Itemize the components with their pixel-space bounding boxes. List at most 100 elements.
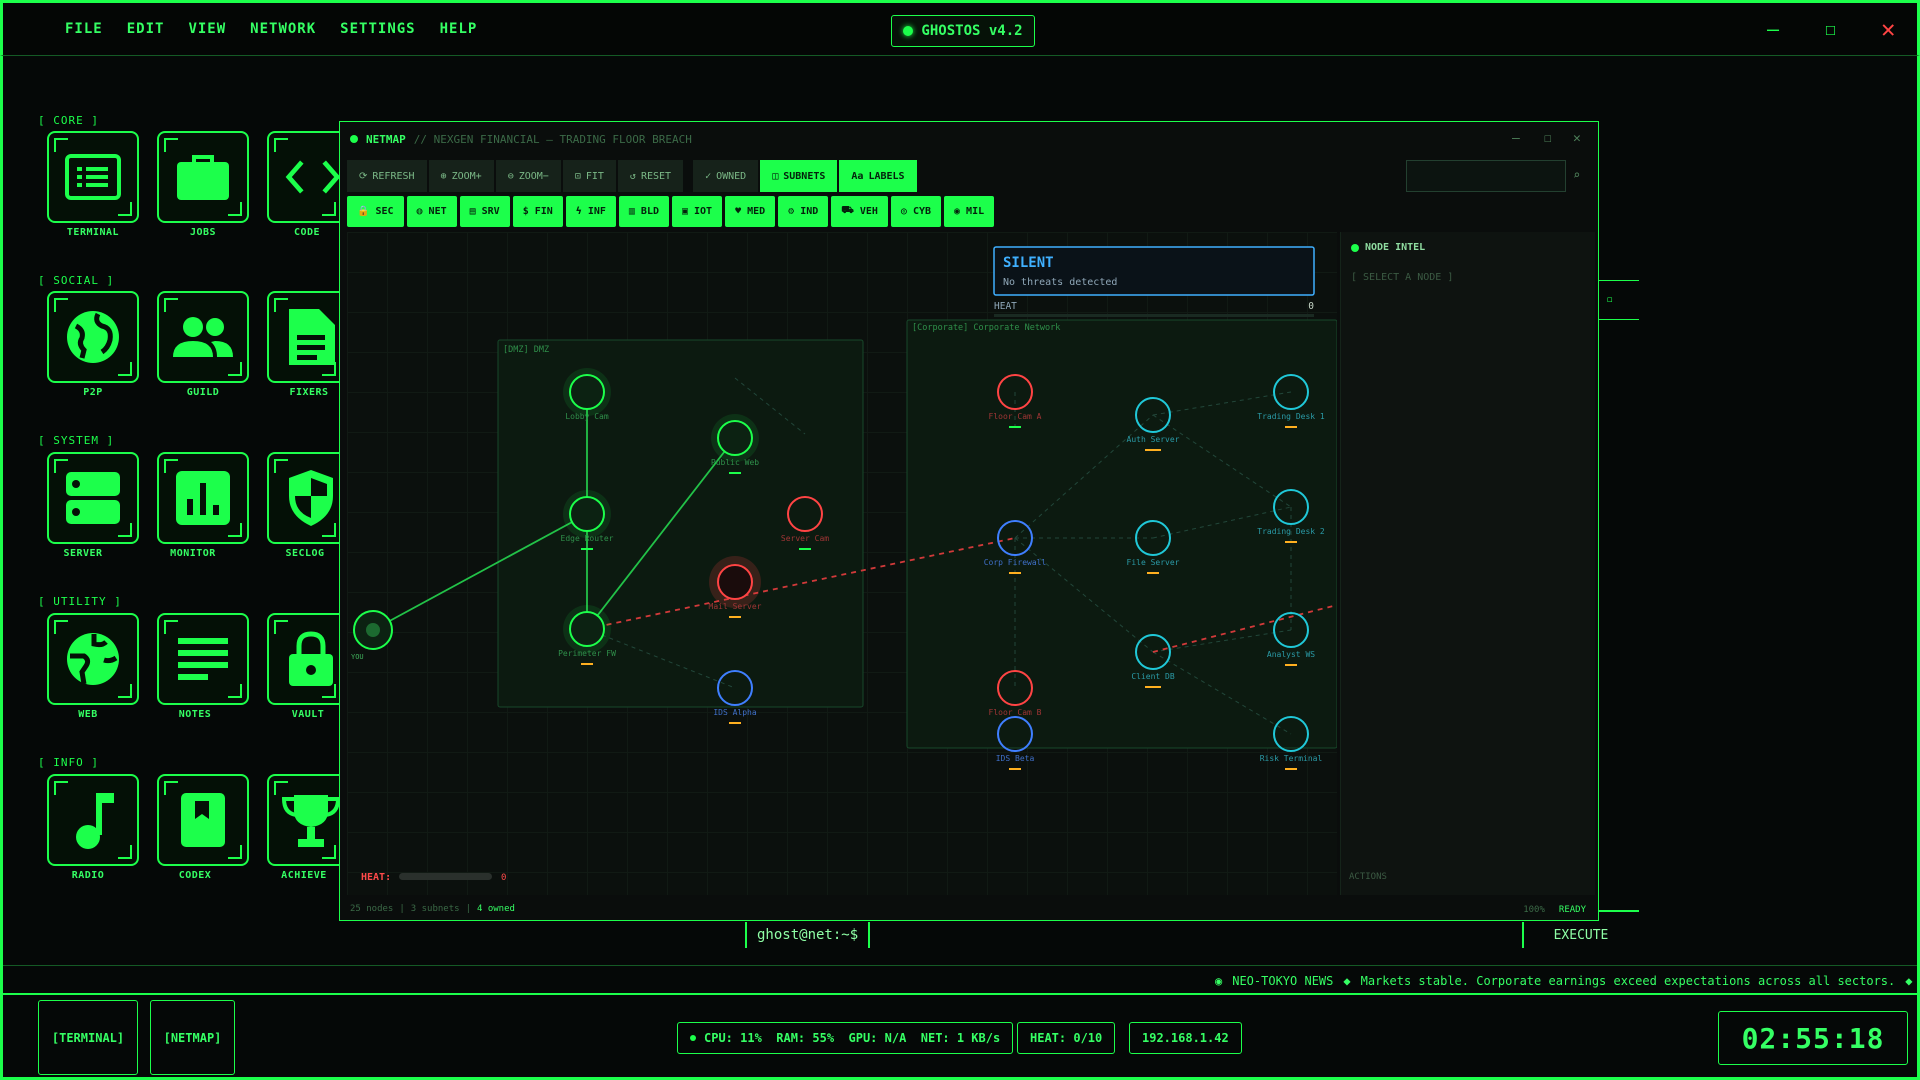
subnets-icon: ◫ xyxy=(772,170,779,182)
execute-button[interactable]: EXECUTE xyxy=(1522,922,1638,948)
ip-address: 192.168.1.42 xyxy=(1129,1022,1242,1054)
node-label: Trading Desk 2 xyxy=(1257,527,1325,536)
status-dot-icon xyxy=(690,1035,696,1041)
node-intel-hint: [ SELECT A NODE ] xyxy=(1351,272,1454,283)
node-perimeter-fw[interactable] xyxy=(569,611,605,647)
window-close-icon[interactable]: ✕ xyxy=(1573,131,1581,146)
lock-icon xyxy=(289,631,333,686)
filter-fin[interactable]: $ FIN xyxy=(512,196,563,227)
taskbar-netmap[interactable]: [NETMAP] xyxy=(150,1000,235,1075)
filter-srv[interactable]: ▤ SRV xyxy=(459,196,510,227)
jobs-app[interactable] xyxy=(157,131,249,223)
node-label: Server Cam xyxy=(781,534,829,543)
zoom-in-button[interactable]: ⊕ ZOOM+ xyxy=(428,160,494,192)
server-app[interactable] xyxy=(47,452,139,544)
guild-app[interactable] xyxy=(157,291,249,383)
terminal-app[interactable] xyxy=(47,131,139,223)
node-intel-panel: NODE INTEL [ SELECT A NODE ] ACTIONS xyxy=(1340,232,1595,895)
chip-icon: ▣ xyxy=(681,206,689,217)
achieve-app[interactable] xyxy=(267,774,341,866)
node-label: Floor Cam B xyxy=(989,708,1042,717)
monitor-app[interactable] xyxy=(157,452,249,544)
heat-value: 0 xyxy=(1308,301,1314,312)
filter-cyb[interactable]: ◎ CYB xyxy=(890,196,942,227)
server-icon: ▤ xyxy=(469,206,476,217)
menu-view[interactable]: VIEW xyxy=(188,21,226,37)
node-label: Lobby Cam xyxy=(565,412,609,421)
close-icon[interactable]: ✕ xyxy=(1881,15,1895,43)
labels-toggle[interactable]: Aa LABELS xyxy=(839,160,917,192)
window-minimize-icon[interactable]: — xyxy=(1512,131,1520,146)
terminal-app-label: TERMINAL xyxy=(66,227,120,238)
status-dot-icon xyxy=(1351,243,1359,252)
heat-status: HEAT: 0/10 xyxy=(1017,1022,1116,1054)
notes-app-label: NOTES xyxy=(178,709,212,720)
code-app[interactable] xyxy=(267,131,341,223)
netmap-toolbar: ⟳ REFRESH ⊕ ZOOM+ ⊖ ZOOM− ⊡ FIT ↺ RESET ✓ OWNE… xyxy=(347,160,917,192)
radio-app[interactable] xyxy=(47,774,139,866)
notes-icon xyxy=(178,638,228,680)
filter-veh[interactable]: ⛟ VEH xyxy=(831,196,888,227)
filter-med[interactable]: ♥ MED xyxy=(725,196,776,227)
filter-iot[interactable]: ▣ IOT xyxy=(671,196,723,227)
search-icon[interactable]: ⌕ xyxy=(1573,168,1580,182)
terminal-prompt: ghost@net:~$ xyxy=(745,922,871,948)
node-edge-router[interactable] xyxy=(569,496,605,532)
filter-mil[interactable]: ◉ MIL xyxy=(944,196,995,227)
filter-sec[interactable]: 🔒 SEC xyxy=(347,196,404,227)
p2p-app[interactable] xyxy=(47,291,139,383)
check-icon: ✓ xyxy=(705,170,712,182)
menu-network[interactable]: NETWORK xyxy=(250,21,316,37)
node-public-web[interactable] xyxy=(717,420,753,456)
os-badge: GHOSTOS v4.2 xyxy=(891,15,1035,47)
network-graph-canvas: [DMZ] DMZ [Corporate] Corporate Network xyxy=(351,246,1337,883)
node-label: Edge Router xyxy=(561,534,614,543)
menu-help[interactable]: HELP xyxy=(440,21,478,37)
notes-app[interactable] xyxy=(157,613,249,705)
window-maximize-icon[interactable]: ☐ xyxy=(1544,131,1552,146)
vault-app[interactable] xyxy=(267,613,341,705)
menu-edit[interactable]: EDIT xyxy=(127,21,165,37)
node-mail-server[interactable] xyxy=(717,564,753,600)
labels-icon: Aa xyxy=(851,170,864,182)
window-title: NETMAP xyxy=(366,132,406,146)
server-app-label: SERVER xyxy=(63,548,103,559)
filter-bld[interactable]: ▥ BLD xyxy=(618,196,669,227)
minimize-icon[interactable]: — xyxy=(1767,17,1779,41)
maximize-icon[interactable]: ☐ xyxy=(1825,19,1836,40)
web-app[interactable] xyxy=(47,613,139,705)
codex-app[interactable] xyxy=(157,774,249,866)
network-graph[interactable]: [DMZ] DMZ [Corporate] Corporate Network xyxy=(347,232,1337,895)
owned-toggle[interactable]: ✓ OWNED xyxy=(693,160,759,192)
diamond-icon: ◆ xyxy=(1905,974,1913,988)
node-label: Corp Firewall xyxy=(984,558,1047,567)
zoom-out-button[interactable]: ⊖ ZOOM− xyxy=(495,160,561,192)
filter-inf[interactable]: ϟ INF xyxy=(565,196,616,227)
node-lobby-cam[interactable] xyxy=(569,374,605,410)
reset-button[interactable]: ↺ RESET xyxy=(617,160,684,192)
heat-meter-value: 0 xyxy=(501,873,506,883)
fit-button[interactable]: ⊡ FIT xyxy=(562,160,616,192)
fixers-app[interactable] xyxy=(267,291,341,383)
filter-ind[interactable]: ⚙ IND xyxy=(778,196,829,227)
menu-file[interactable]: FILE xyxy=(65,21,103,37)
node-search-input[interactable] xyxy=(1406,160,1566,192)
brain-icon: ◎ xyxy=(900,206,907,217)
menu-settings[interactable]: SETTINGS xyxy=(340,21,415,37)
background-window-edge xyxy=(1599,910,1639,912)
category-label: [ SOCIAL ] xyxy=(38,274,115,287)
taskbar-terminal[interactable]: [TERMINAL] xyxy=(38,1000,138,1075)
terminal-input[interactable] xyxy=(877,922,1517,948)
window-subtitle: // NEXGEN FINANCIAL — TRADING FLOOR BREA… xyxy=(413,132,692,146)
bar-chart-icon xyxy=(176,471,230,525)
code-icon xyxy=(285,160,341,194)
category-label: [ CORE ] xyxy=(38,114,99,127)
filter-net[interactable]: ◍ NET xyxy=(406,196,457,227)
seclog-app[interactable] xyxy=(267,452,341,544)
server-icon xyxy=(66,472,120,524)
netmap-titlebar[interactable]: NETMAP // NEXGEN FINANCIAL — TRADING FLO… xyxy=(340,122,1598,156)
subnets-toggle[interactable]: ◫ SUBNETS xyxy=(760,160,838,192)
heat-meter: HEAT: 0 xyxy=(361,872,506,883)
shield-icon xyxy=(289,470,333,526)
refresh-button[interactable]: ⟳ REFRESH xyxy=(347,160,427,192)
